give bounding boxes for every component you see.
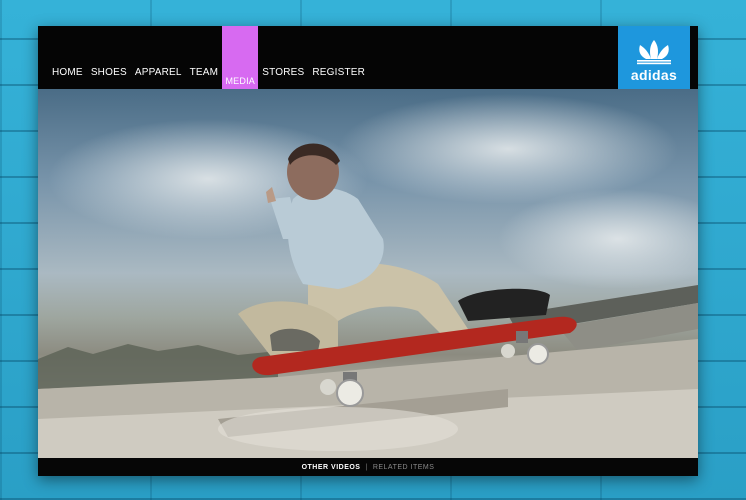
media-frame: HOME SHOES APPAREL TEAM MEDIA STORES REG… [38, 26, 698, 476]
other-videos-link[interactable]: OTHER VIDEOS [302, 464, 361, 471]
video-footer-bar: OTHER VIDEOS | RELATED ITEMS [38, 458, 698, 476]
nav-item-apparel[interactable]: APPAREL [131, 67, 186, 78]
trefoil-icon [637, 39, 671, 64]
skateboarder-photo [38, 94, 698, 458]
video-player[interactable] [38, 89, 698, 458]
footer-separator: | [365, 463, 368, 471]
nav-item-home[interactable]: HOME [48, 67, 87, 78]
related-items-link[interactable]: RELATED ITEMS [373, 464, 435, 471]
adidas-wordmark: adidas [630, 66, 678, 83]
nav-item-register[interactable]: REGISTER [308, 67, 369, 78]
main-nav: HOME SHOES APPAREL TEAM MEDIA STORES REG… [48, 26, 369, 96]
nav-item-media[interactable]: MEDIA [222, 26, 259, 96]
nav-item-stores[interactable]: STORES [258, 67, 308, 78]
top-navigation-bar: HOME SHOES APPAREL TEAM MEDIA STORES REG… [38, 26, 698, 96]
nav-item-team[interactable]: TEAM [186, 67, 223, 78]
adidas-logo[interactable]: adidas [618, 26, 690, 95]
nav-item-shoes[interactable]: SHOES [87, 67, 131, 78]
